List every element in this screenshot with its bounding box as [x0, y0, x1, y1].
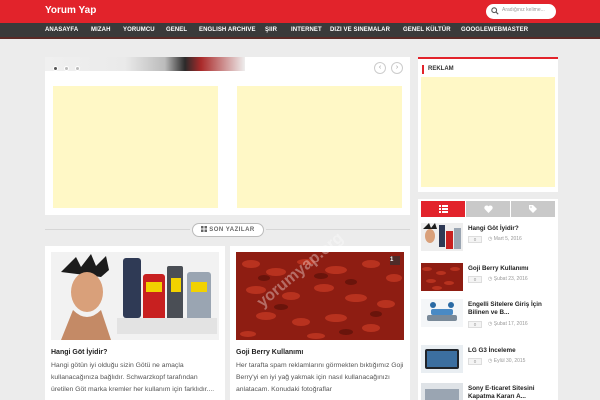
search-input[interactable]: Aradığınız kelime... — [502, 7, 545, 13]
list-item[interactable]: Goji Berry Kullanımı 0 ◷ Şubat 23, 2016 — [421, 263, 555, 293]
slider-next-button[interactable]: › — [391, 62, 403, 74]
grid-icon — [201, 225, 208, 232]
item-title[interactable]: Goji Berry Kullanımı — [468, 265, 529, 273]
nav-item-yorumcu[interactable]: YORUMCU — [123, 27, 155, 33]
section-heading-label: SON YAZILAR — [209, 227, 255, 233]
comment-count[interactable]: 0 — [468, 358, 482, 365]
nav-item-genel[interactable]: GENEL — [166, 27, 187, 33]
list-item[interactable]: Engelli Sitelere Giriş İçin Bilinen ve B.… — [421, 299, 555, 329]
slider-dot[interactable] — [75, 66, 80, 71]
widget-title: REKLAM — [428, 66, 454, 72]
site-logo[interactable]: Yorum Yap — [45, 5, 96, 16]
post-excerpt: Her tarafta spam reklamlarını görmekten … — [236, 362, 404, 393]
item-title[interactable]: Sony E-ticaret Sitesini Kapatma Kararı A.… — [468, 385, 535, 400]
item-title-line: Engelli Sitelere Giriş İçin — [468, 301, 542, 308]
main-nav: ANASAYFA MIZAH YORUMCU GENEL ENGLISH ARC… — [0, 23, 600, 39]
search-box[interactable]: Aradığınız kelime... — [486, 4, 556, 19]
list-item[interactable]: LG G3 İnceleme 0 ◷ Eylül 30, 2015 — [421, 345, 555, 375]
reklam-widget: REKLAM — [418, 57, 558, 192]
item-date: ◷ Eylül 30, 2015 — [488, 358, 526, 364]
post-card[interactable]: 1 yorumyap.org Goji Berry Kullanımı Her … — [230, 229, 410, 400]
item-thumbnail[interactable] — [421, 299, 463, 327]
nav-item-dizi-ve-sinemalar[interactable]: DIZI VE SINEMALAR — [330, 27, 390, 33]
tab-popular[interactable] — [466, 201, 510, 217]
item-thumbnail[interactable] — [421, 263, 463, 291]
top-bar: Yorum Yap Aradığınız kelime... — [0, 0, 600, 23]
featured-slider[interactable]: ‹ › — [45, 57, 410, 79]
item-title[interactable]: Engelli Sitelere Giriş İçin Bilinen ve B.… — [468, 301, 542, 317]
slider-dot[interactable] — [64, 66, 69, 71]
item-date-text: Şubat 17, 2016 — [493, 321, 528, 327]
item-title[interactable]: LG G3 İnceleme — [468, 347, 516, 355]
comment-count[interactable]: 0 — [468, 276, 482, 283]
slider-prev-button[interactable]: ‹ — [374, 62, 386, 74]
item-thumbnail[interactable] — [421, 223, 463, 251]
item-date: ◷ Şubat 23, 2016 — [488, 276, 528, 282]
item-date: ◷ Şubat 17, 2016 — [488, 321, 528, 327]
nav-item-googlewebmaster[interactable]: GOOGLEWEBMASTER — [461, 27, 528, 33]
ad-slot-right[interactable] — [237, 86, 402, 208]
tabbed-widget: Hangi Göt İyidir? 0 ◷ Mart 5, 2016 Goji … — [418, 199, 558, 400]
ad-slot-left[interactable] — [53, 86, 218, 208]
nav-item-anasayfa[interactable]: ANASAYFA — [45, 27, 78, 33]
post-excerpt: Hangi götün iyi olduğu sizin Götü ne ama… — [51, 362, 215, 393]
nav-item-siir[interactable]: ŞIIR — [265, 27, 277, 33]
post-title[interactable]: Goji Berry Kullanımı — [236, 349, 303, 356]
list-item[interactable]: Sony E-ticaret Sitesini Kapatma Kararı A.… — [421, 383, 555, 400]
section-heading: SON YAZILAR — [192, 223, 264, 237]
item-date-text: Şubat 23, 2016 — [493, 276, 528, 282]
tab-recent[interactable] — [421, 201, 465, 217]
item-title[interactable]: Hangi Göt İyidir? — [468, 225, 519, 233]
ad-slot-sidebar[interactable] — [421, 77, 555, 187]
widget-tabbar — [421, 201, 555, 217]
post-title[interactable]: Hangi Göt İyidir? — [51, 349, 107, 356]
list-icon — [439, 205, 448, 213]
tag-icon — [529, 205, 537, 213]
nav-item-english-archive[interactable]: ENGLISH ARCHIVE — [199, 27, 256, 33]
item-date: ◷ Mart 5, 2016 — [488, 236, 522, 242]
section-divider — [266, 229, 410, 230]
item-title-line: Bilinen ve B... — [468, 309, 510, 316]
nav-item-internet[interactable]: INTERNET — [291, 27, 322, 33]
item-date-text: Eylül 30, 2015 — [493, 358, 526, 364]
widget-header: REKLAM — [418, 57, 558, 79]
item-date-text: Mart 5, 2016 — [493, 236, 522, 242]
slider-dot[interactable] — [53, 66, 58, 71]
comment-count-badge[interactable]: 1 — [390, 257, 393, 263]
tab-tags[interactable] — [511, 201, 555, 217]
heart-icon — [484, 205, 493, 213]
post-thumbnail[interactable] — [51, 252, 219, 340]
nav-item-mizah[interactable]: MIZAH — [91, 27, 111, 33]
list-item[interactable]: Hangi Göt İyidir? 0 ◷ Mart 5, 2016 — [421, 223, 555, 253]
widget-header-accent — [422, 65, 424, 74]
item-thumbnail[interactable] — [421, 383, 463, 400]
ad-row — [45, 79, 410, 215]
item-title-line: Sony E-ticaret Sitesini — [468, 385, 535, 392]
item-title-line: Kapatma Kararı A... — [468, 393, 526, 400]
item-thumbnail[interactable] — [421, 345, 463, 373]
search-icon[interactable] — [491, 7, 499, 15]
comment-count[interactable]: 0 — [468, 236, 482, 243]
nav-item-genel-kultur[interactable]: GENEL KÜLTÜR — [403, 27, 451, 33]
post-card[interactable]: Hangi Göt İyidir? Hangi götün iyi olduğu… — [45, 246, 225, 400]
comment-count[interactable]: 0 — [468, 321, 482, 328]
section-divider — [45, 229, 190, 230]
